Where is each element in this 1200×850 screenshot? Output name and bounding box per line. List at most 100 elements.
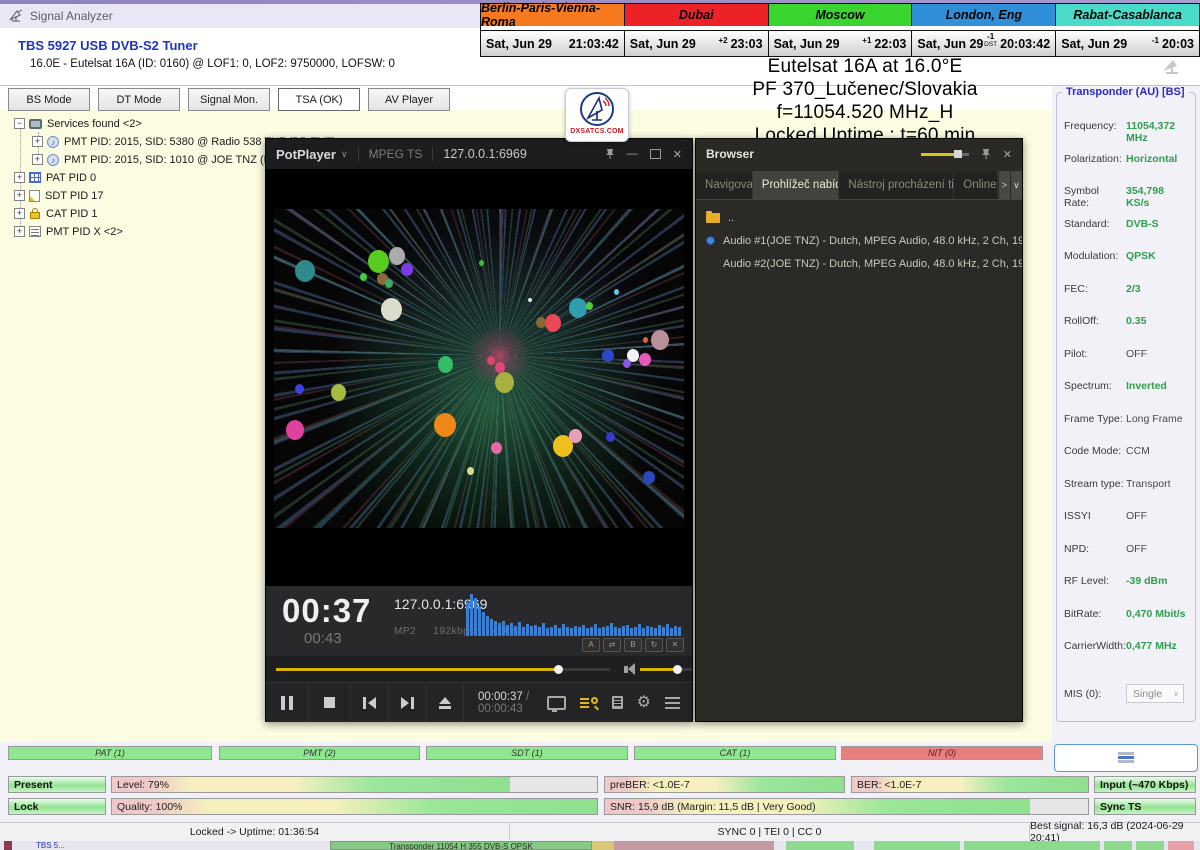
mode-tabs: BS Mode DT Mode Signal Mon. TSA (OK) AV …	[8, 88, 458, 111]
ab-repeat-controls: A ⇄ B ↻ ✕	[582, 638, 684, 652]
tab-online[interactable]: Online	[954, 171, 998, 199]
pause-button[interactable]	[266, 683, 309, 722]
viz-dot	[643, 337, 648, 343]
tuner-name: TBS 5927 USB DVB-S2 Tuner	[18, 38, 198, 53]
tabs-scroll-right-button[interactable]: >	[998, 171, 1010, 199]
settings-gear-icon[interactable]: ⚙	[637, 695, 651, 711]
sliver-segment	[874, 841, 960, 850]
audio-track-item[interactable]: Audio #1(JOE TNZ) - Dutch, MPEG Audio, 4…	[696, 229, 1022, 252]
next-button[interactable]	[389, 683, 427, 722]
expand-icon[interactable]: +	[14, 172, 25, 183]
clear-button[interactable]: ✕	[666, 638, 684, 652]
folder-up-item[interactable]: ..	[696, 206, 1022, 229]
clock-city: Berlin-Paris-Vienna-Roma	[481, 4, 625, 26]
seek-handle[interactable]	[554, 665, 563, 674]
expand-icon[interactable]: +	[14, 226, 25, 237]
tab-av-player[interactable]: AV Player	[368, 88, 450, 111]
potplayer-menu[interactable]: PotPlayer	[276, 147, 336, 162]
playlist-search-icon[interactable]	[580, 696, 598, 709]
tab-tsa[interactable]: TSA (OK)	[278, 88, 360, 111]
tp-label: Code Mode:	[1064, 445, 1126, 457]
stream-type-label: MPEG TS	[369, 147, 423, 161]
annotation-overlay: Eutelsat 16A at 16.0°E PF 370_Lučenec/Sl…	[690, 55, 1040, 147]
maximize-button[interactable]	[650, 149, 661, 159]
tp-value: Long Frame	[1126, 413, 1183, 425]
minimize-button[interactable]: —	[627, 148, 638, 160]
tree-item-services[interactable]: −Services found <2>	[14, 115, 142, 132]
loop-button[interactable]: ↻	[645, 638, 663, 652]
playlist-icon[interactable]	[612, 696, 623, 709]
ab-repeat-b-button[interactable]: B	[624, 638, 642, 652]
music-icon: ♪	[47, 136, 59, 148]
codec-label: MP2	[394, 626, 416, 637]
tab-subtitle-browser[interactable]: Nástroj procházení titulků	[839, 171, 954, 199]
viz-dot	[606, 432, 615, 442]
ab-swap-button[interactable]: ⇄	[603, 638, 621, 652]
tab-dt-mode[interactable]: DT Mode	[98, 88, 180, 111]
tp-value: QPSK	[1126, 250, 1156, 262]
table-icon	[29, 172, 41, 183]
audio-track-item[interactable]: Audio #2(JOE TNZ) - Dutch, MPEG Audio, 4…	[696, 252, 1022, 275]
expand-icon[interactable]: +	[14, 190, 25, 201]
previous-button[interactable]	[351, 683, 389, 722]
pid-bar-sdt: SDT (1)	[426, 746, 628, 760]
viz-dot	[545, 314, 561, 332]
seek-bar[interactable]	[276, 668, 610, 671]
video-area[interactable]	[266, 169, 692, 586]
volume-control	[624, 663, 692, 675]
viz-dot	[569, 429, 582, 443]
menu-hamburger-icon[interactable]	[665, 702, 680, 704]
tab-signal-mon[interactable]: Signal Mon.	[188, 88, 270, 111]
ab-repeat-a-button[interactable]: A	[582, 638, 600, 652]
clock-time: Sat, Jun 29-1DST20:03:42	[912, 30, 1056, 56]
sliver-segment	[1168, 841, 1194, 850]
tab-navigate[interactable]: Navigovat	[696, 171, 753, 199]
screen-cast-icon[interactable]	[547, 696, 566, 710]
player-info-panel: 00:37 00:43 127.0.0.1:6969 MP2 192kbps 4…	[266, 586, 692, 656]
potplayer-window: PotPlayer ∨ MPEG TS 127.0.0.1:6969 — ✕ 0…	[265, 138, 693, 722]
tp-label: Polarization:	[1064, 153, 1126, 165]
tree-item-sdt[interactable]: +SDT PID 17	[14, 187, 104, 204]
potplayer-titlebar[interactable]: PotPlayer ∨ MPEG TS 127.0.0.1:6969 — ✕	[266, 139, 692, 169]
tabs-dropdown-button[interactable]: ∨	[1010, 171, 1022, 199]
pin-icon[interactable]	[605, 148, 615, 160]
preber-label: preBER: <1.0E-7	[610, 777, 690, 792]
clock-city: London, Eng	[912, 4, 1056, 26]
pin-icon[interactable]	[981, 148, 991, 160]
expand-icon[interactable]: +	[14, 208, 25, 219]
volume-level	[640, 668, 676, 671]
tp-value: DVB-S	[1126, 218, 1159, 230]
tab-bs-mode[interactable]: BS Mode	[8, 88, 90, 111]
close-button[interactable]: ✕	[673, 148, 682, 161]
dxsatcs-logo-text: DXSATCS.COM	[570, 128, 623, 135]
tab-menu-browser[interactable]: Prohlížeč nabídky	[753, 171, 840, 199]
viz-dot	[479, 260, 484, 266]
buffer-button[interactable]	[1054, 744, 1198, 772]
expand-icon[interactable]: +	[32, 154, 43, 165]
stream-url: 127.0.0.1:6969	[443, 147, 526, 161]
volume-handle[interactable]	[673, 665, 682, 674]
snr-meter: SNR: 15,9 dB (Margin: 11,5 dB | Very Goo…	[604, 798, 1089, 815]
mis-dropdown[interactable]: Single∨	[1126, 684, 1184, 703]
stop-button[interactable]	[309, 683, 351, 722]
tree-item-pat[interactable]: +PAT PID 0	[14, 169, 96, 186]
tree-item-cat[interactable]: +CAT PID 1	[14, 205, 98, 222]
open-file-button[interactable]	[427, 683, 464, 722]
tree-item-pmt-x[interactable]: +PMT PID X <2>	[14, 223, 123, 240]
collapse-icon[interactable]: −	[14, 118, 25, 129]
tp-value: 11054,372 MHz	[1126, 120, 1188, 144]
ber-label: BER: <1.0E-7	[857, 777, 922, 792]
volume-bar[interactable]	[640, 668, 692, 671]
tp-value: Inverted	[1126, 380, 1167, 392]
browser-titlebar[interactable]: Browser ✕	[696, 139, 1022, 169]
opacity-slider[interactable]	[921, 153, 969, 156]
tp-label: Spectrum:	[1064, 380, 1126, 392]
separator	[432, 147, 433, 161]
present-indicator: Present	[8, 776, 106, 793]
selected-bullet-icon	[706, 236, 715, 245]
browser-window: Browser ✕ Navigovat Prohlížeč nabídky Ná…	[695, 138, 1023, 722]
total-time: 00:43	[304, 630, 342, 647]
quality-label: Quality: 100%	[117, 799, 182, 814]
close-icon[interactable]: ✕	[1003, 148, 1012, 161]
expand-icon[interactable]: +	[32, 136, 43, 147]
